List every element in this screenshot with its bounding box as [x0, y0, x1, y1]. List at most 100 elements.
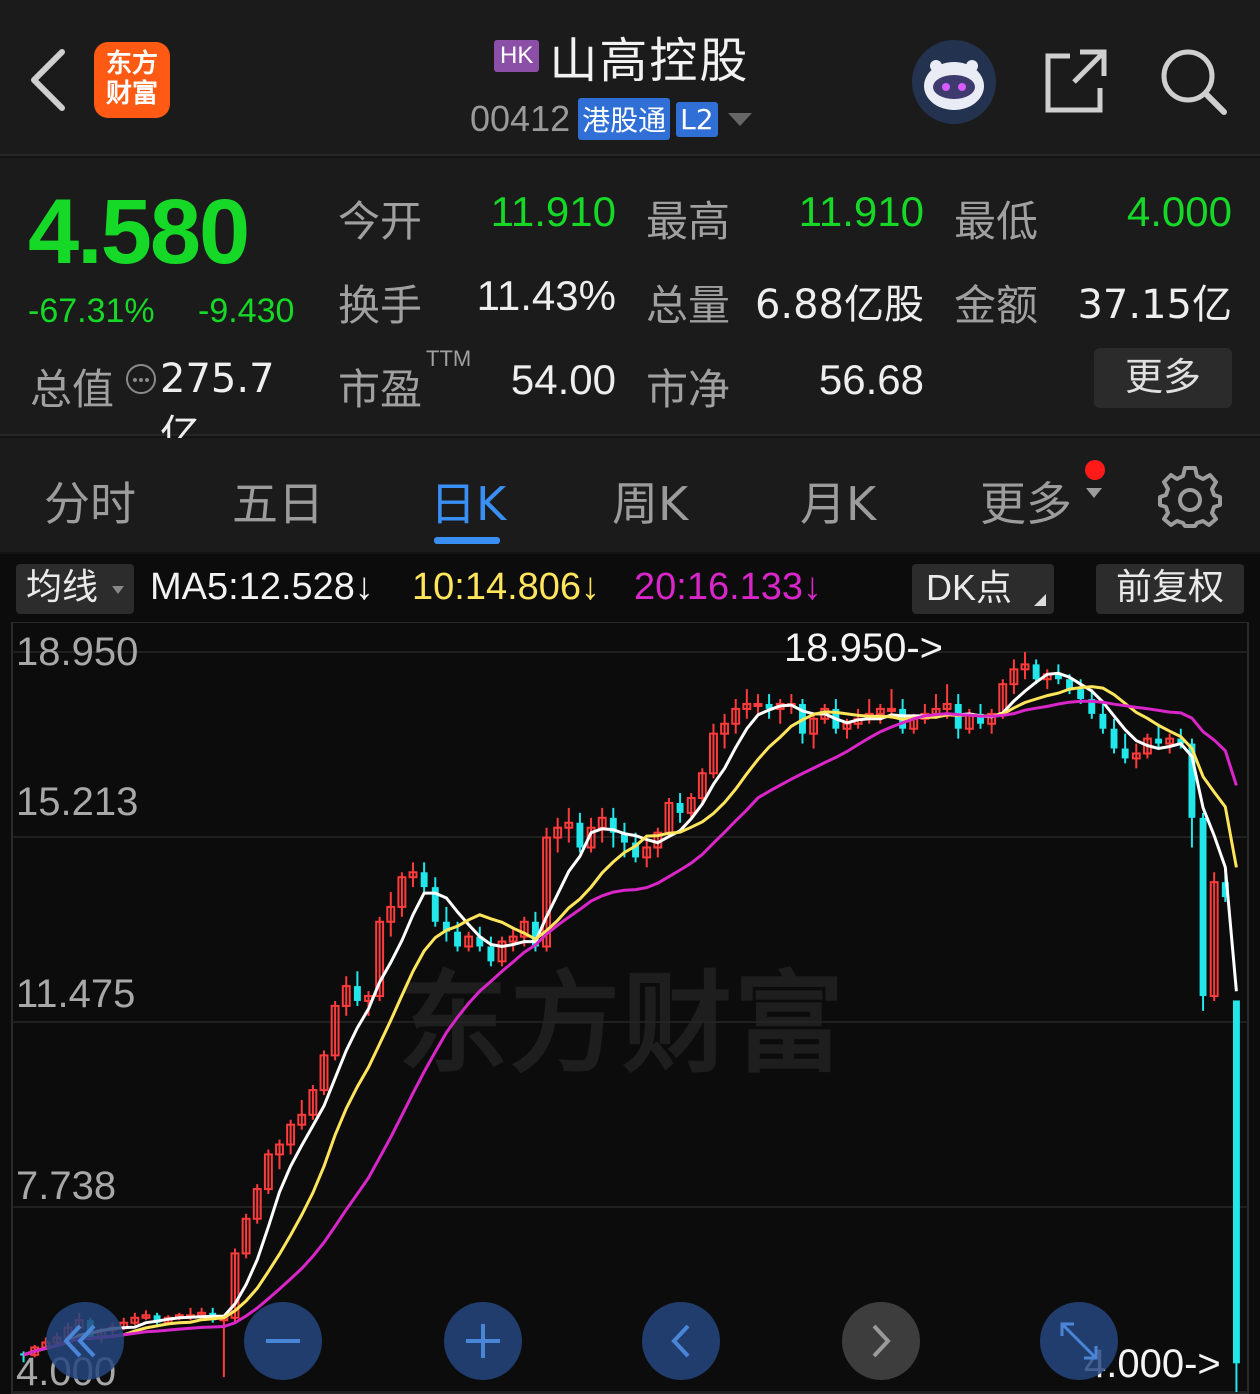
- tab-intraday[interactable]: 分时: [44, 468, 136, 534]
- top-nav-bar: 东方 财富 HK 山高控股 00412 港股通 L2: [0, 0, 1260, 156]
- zoom-in-icon: [466, 1324, 500, 1358]
- period-tabs: 分时 五日 日K 周K 月K 更多: [0, 438, 1260, 552]
- more-info-icon[interactable]: [126, 364, 156, 394]
- double-left-icon: [63, 1324, 96, 1358]
- scroll-to-start-button[interactable]: [46, 1302, 124, 1380]
- logo-line2: 财富: [105, 79, 158, 109]
- market-cap-label: 总值: [30, 365, 115, 414]
- scroll-left-button[interactable]: [642, 1302, 720, 1380]
- change-percent: -67.31%: [28, 292, 155, 330]
- app-logo[interactable]: 东方 财富: [94, 42, 170, 118]
- logo-line1: 东方: [105, 49, 158, 79]
- candle-body: [1099, 713, 1107, 729]
- k-line-chart[interactable]: 均线 MA5:12.528↓ 10:14.806↓ 20:16.133↓ DK点…: [0, 554, 1260, 1394]
- pe-ttm-sup: TTM: [426, 346, 472, 371]
- last-price: 4.580: [28, 181, 250, 283]
- candle-body: [353, 986, 361, 1001]
- share-icon[interactable]: [1040, 44, 1112, 116]
- change-value: -9.430: [198, 292, 295, 330]
- pb-value: 56.68: [818, 356, 924, 403]
- ma-selector-label: 均线: [26, 567, 99, 608]
- ma10-readout: 10:14.806↓: [412, 566, 601, 608]
- amount-label: 金额: [954, 281, 1039, 330]
- level-badge: L2: [676, 101, 718, 137]
- notification-dot: [1085, 460, 1105, 480]
- turnover-label: 换手: [338, 281, 423, 330]
- pb-label: 市净: [646, 365, 731, 414]
- scroll-right-button[interactable]: [842, 1302, 920, 1380]
- open-label: 今开: [338, 197, 423, 246]
- caret-down-icon: [112, 586, 124, 594]
- dk-point-button[interactable]: DK点: [912, 564, 1054, 614]
- candle-body: [1232, 1000, 1240, 1364]
- tab-more[interactable]: 更多: [980, 468, 1072, 534]
- ma10-line: [23, 685, 1238, 1357]
- ma-toolbar: 均线 MA5:12.528↓ 10:14.806↓ 20:16.133↓ DK点…: [0, 554, 1260, 622]
- volume-value: 6.88亿股: [754, 282, 924, 328]
- gear-icon[interactable]: [1158, 464, 1222, 528]
- back-icon[interactable]: [22, 44, 78, 116]
- candle-body: [1032, 664, 1040, 680]
- dk-point-label: DK点: [926, 567, 1013, 608]
- candle-body: [676, 802, 684, 813]
- y-tick-4: 7.738: [16, 1164, 117, 1208]
- amount-value: 37.15亿: [1077, 282, 1232, 328]
- stock-code: 00412: [470, 98, 571, 139]
- pe-value: 54.00: [510, 356, 616, 403]
- stock-name: 山高控股: [549, 33, 750, 89]
- candle-body: [1155, 738, 1162, 744]
- tab-five-day[interactable]: 五日: [232, 468, 324, 534]
- grid-lines: [12, 651, 1248, 1393]
- high-price-marker: 18.950->: [784, 626, 944, 670]
- candle-body: [753, 702, 763, 707]
- candle-body: [576, 822, 584, 848]
- right-icon: [872, 1324, 891, 1358]
- candle-body: [887, 707, 896, 712]
- fullscreen-button[interactable]: [1040, 1302, 1118, 1380]
- left-icon: [671, 1324, 690, 1358]
- candle-body: [1077, 689, 1085, 700]
- low-label: 最低: [954, 197, 1039, 246]
- ma20-line: [23, 699, 1238, 1357]
- zoom-in-button[interactable]: [444, 1302, 522, 1380]
- ma5-line: [23, 671, 1238, 1357]
- high-value: 11.910: [798, 188, 924, 235]
- zoom-out-icon: [266, 1339, 300, 1343]
- forward-adjust-button[interactable]: 前复权: [1096, 564, 1244, 614]
- search-icon[interactable]: [1156, 44, 1228, 116]
- candle-body: [1121, 748, 1129, 759]
- stock-title: HK 山高控股: [494, 26, 749, 89]
- more-quote-button[interactable]: 更多: [1094, 348, 1232, 408]
- open-value: 11.910: [490, 188, 616, 235]
- candle-body: [1199, 817, 1207, 997]
- candlestick-plot[interactable]: [0, 622, 1260, 1394]
- candle-body: [420, 872, 428, 888]
- high-label: 最高: [646, 197, 731, 246]
- pe-label: 市盈: [338, 365, 423, 414]
- ma20-readout: 20:16.133↓: [634, 566, 823, 608]
- candle-body: [454, 931, 461, 947]
- low-value: 4.000: [1126, 188, 1232, 235]
- candle-body: [487, 946, 495, 962]
- chevron-down-icon[interactable]: [727, 112, 752, 126]
- turnover-value: 11.43%: [476, 272, 616, 319]
- stock-subtitle[interactable]: 00412 港股通 L2: [470, 96, 752, 142]
- assistant-robot-icon[interactable]: [912, 40, 996, 124]
- expand-icon: [1060, 1322, 1098, 1360]
- y-tick-1: 18.950: [16, 630, 139, 674]
- connect-badge: 港股通: [578, 98, 671, 140]
- zoom-out-button[interactable]: [244, 1302, 322, 1380]
- active-tab-indicator: [434, 537, 500, 544]
- corner-triangle-icon: [1034, 594, 1046, 606]
- caret-down-icon: [1086, 488, 1102, 498]
- y-tick-2: 15.213: [16, 780, 139, 824]
- quote-panel: 4.580 -67.31% -9.430 今开 11.910 最高 11.910…: [0, 158, 1260, 458]
- tab-weekly-k[interactable]: 周K: [612, 468, 688, 534]
- tab-daily-k[interactable]: 日K: [430, 468, 506, 534]
- plot-frame: [11, 622, 1249, 1394]
- ma-selector[interactable]: 均线: [16, 564, 134, 614]
- tab-monthly-k[interactable]: 月K: [800, 468, 876, 534]
- ma5-readout: MA5:12.528↓: [150, 566, 374, 608]
- volume-label: 总量: [646, 281, 731, 330]
- ma-lines: [23, 671, 1238, 1357]
